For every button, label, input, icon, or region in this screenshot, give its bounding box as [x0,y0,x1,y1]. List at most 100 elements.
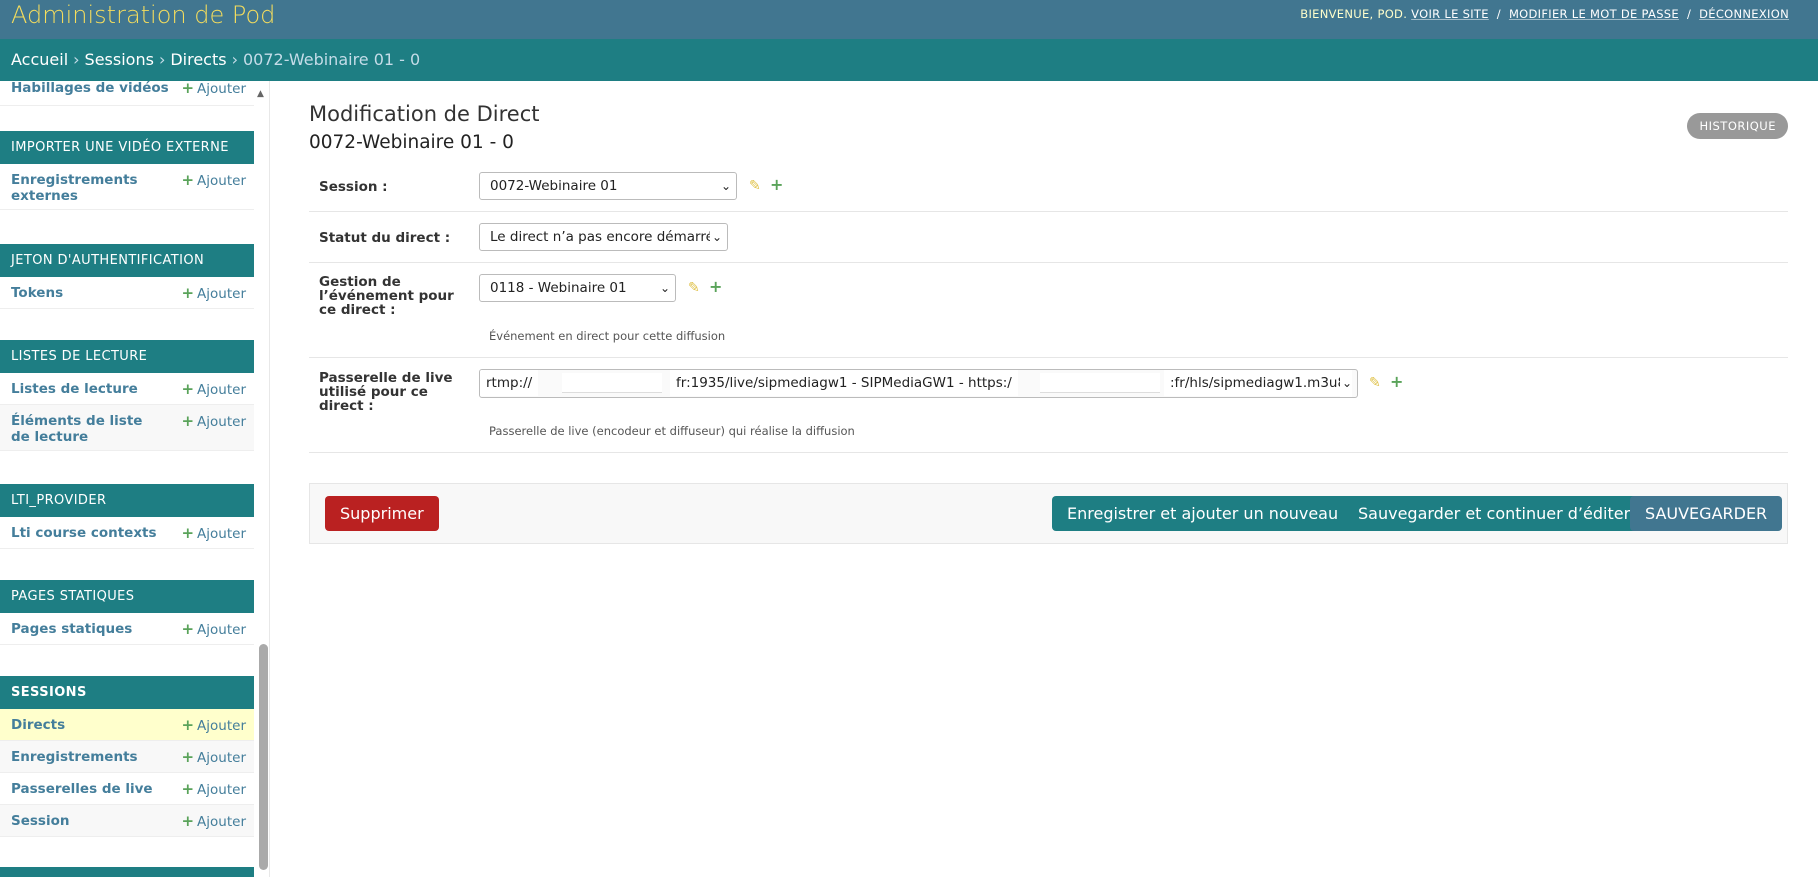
plus-icon: + [181,748,195,766]
scroll-up-icon[interactable]: ▲ [257,89,264,99]
add-link[interactable]: + Ajouter [181,381,246,398]
add-link[interactable]: + Ajouter [181,781,246,798]
delete-button[interactable]: Supprimer [325,496,439,531]
plus-icon: + [181,812,195,830]
sidebar-item-label[interactable]: Tokens [11,285,171,301]
sidebar-item-label[interactable]: Pages statiques [11,621,171,637]
form-row-status: Statut du direct : Le direct n’a pas enc… [309,212,1788,263]
plus-icon: + [181,716,195,734]
plus-icon: + [181,81,195,97]
breadcrumb-arrow: › [158,50,166,69]
sidebar-item-label[interactable]: Enregistrements externes [11,172,151,204]
event-help-text: Événement en direct pour cette diffusion [489,329,726,343]
page-title: Modification de Direct [309,102,540,126]
sidebar-item-label[interactable]: Listes de lecture [11,381,171,397]
plus-icon[interactable]: + [770,175,783,194]
add-link[interactable]: + Ajouter [181,525,246,542]
sidebar-item-static-pages: Pages statiques + Ajouter [0,613,254,645]
form-row-event: Gestion de l’événement pour ce direct : … [309,263,1788,358]
sidebar-item-label[interactable]: Habillages de vidéos [11,81,171,96]
gateway-redacted [562,373,662,393]
welcome-text: BIENVENUE, POD. [1300,7,1408,21]
header: Administration de Pod BIENVENUE, POD. VO… [0,0,1818,39]
plus-icon: + [181,412,195,430]
save-button[interactable]: SAUVEGARDER [1630,496,1783,531]
view-site-link[interactable]: VOIR LE SITE [1411,7,1489,21]
add-link[interactable]: + Ajouter [181,413,246,430]
gateway-value-part: :fr/hls/sipmediagw1.m3u8 [1164,370,1353,396]
separator: / [1496,7,1501,21]
event-select[interactable]: 0118 - Webinaire 01 ⌄ [479,274,676,302]
plus-icon: + [181,780,195,798]
plus-icon: + [181,620,195,638]
change-password-link[interactable]: MODIFIER LE MOT DE PASSE [1509,7,1679,21]
sidebar-item-label[interactable]: Lti course contexts [11,525,171,541]
sidebar-item-habillages: Habillages de vidéos + Ajouter [0,81,254,106]
module-caption-lti[interactable]: LTI_PROVIDER [0,484,254,517]
pencil-icon[interactable]: ✎ [749,178,761,194]
event-label: Gestion de l’événement pour ce direct : [319,274,454,318]
sidebar-item-label[interactable]: Enregistrements [11,749,171,765]
sidebar-item-label[interactable]: Session [11,813,171,829]
sidebar-item-label[interactable]: Éléments de liste de lecture [11,413,161,445]
history-button[interactable]: HISTORIQUE [1687,113,1788,139]
sidebar-scrollbar[interactable]: ▲ [257,81,269,877]
module-caption-token[interactable]: JETON D'AUTHENTIFICATION [0,244,254,277]
plus-icon: + [181,171,195,189]
module-caption-next [0,867,254,877]
breadcrumb-sessions[interactable]: Sessions [85,50,154,69]
breadcrumb-directs[interactable]: Directs [170,50,226,69]
status-label: Statut du direct : [319,230,451,246]
add-link[interactable]: + Ajouter [181,621,246,638]
chevron-down-icon: ⌄ [657,275,670,301]
plus-icon: + [181,284,195,302]
sidebar-item-external-recordings: Enregistrements externes + Ajouter [0,164,254,210]
scrollbar-thumb[interactable] [259,644,268,870]
gateway-help-text: Passerelle de live (encodeur et diffuseu… [489,424,855,438]
add-link[interactable]: + Ajouter [181,285,246,302]
gateway-select[interactable]: rtmp:// fr:1935/live/sipmediagw1 - SIPMe… [479,369,1358,398]
breadcrumb-home[interactable]: Accueil [11,50,68,69]
add-link[interactable]: + Ajouter [181,749,246,766]
pencil-icon[interactable]: ✎ [1369,375,1381,391]
save-and-continue-button[interactable]: Sauvegarder et continuer d’éditer [1343,496,1646,531]
add-link[interactable]: + Ajouter [181,172,246,189]
sidebar-item-playlist-elements: Éléments de liste de lecture + Ajouter [0,405,254,451]
status-select[interactable]: Le direct n’a pas encore démarré ⌄ [479,223,728,251]
module-caption-sessions[interactable]: SESSIONS [0,676,254,709]
sidebar-item-recordings: Enregistrements + Ajouter [0,741,254,773]
plus-icon: + [181,524,195,542]
plus-icon[interactable]: + [1390,372,1403,391]
add-link[interactable]: + Ajouter [181,813,246,830]
save-and-add-button[interactable]: Enregistrer et ajouter un nouveau [1052,496,1354,531]
breadcrumb-arrow: › [231,50,238,69]
module-caption-import[interactable]: IMPORTER UNE VIDÉO EXTERNE [0,131,254,164]
logout-link[interactable]: DÉCONNEXION [1699,7,1789,21]
site-title[interactable]: Administration de Pod [11,0,275,30]
submit-row: Supprimer Enregistrer et ajouter un nouv… [309,483,1788,544]
sidebar-item-session: Session + Ajouter [0,805,254,837]
gateway-value-part: rtmp:// [480,370,539,396]
session-select[interactable]: 0072-Webinaire 01 ⌄ [479,172,737,200]
gateway-redacted [1040,373,1160,393]
sidebar-item-label[interactable]: Passerelles de live [11,781,171,797]
sidebar-item-live-gateways: Passerelles de live + Ajouter [0,773,254,805]
add-link[interactable]: + Ajouter [181,717,246,734]
plus-icon: + [181,380,195,398]
gateway-label: Passerelle de live utilisé pour ce direc… [319,370,453,414]
sidebar-item-lti: Lti course contexts + Ajouter [0,517,254,549]
page-subtitle: 0072-Webinaire 01 - 0 [309,132,514,153]
module-caption-playlists[interactable]: LISTES DE LECTURE [0,340,254,373]
chevron-down-icon: ⌄ [718,173,731,199]
plus-icon[interactable]: + [709,277,722,296]
sidebar-item-label[interactable]: Directs [11,717,171,733]
module-caption-static-pages[interactable]: PAGES STATIQUES [0,580,254,613]
breadcrumb: Accueil › Sessions › Directs › 0072-Webinaire … [0,39,1818,81]
sidebar-item-playlists: Listes de lecture + Ajouter [0,373,254,405]
add-link[interactable]: + Ajouter [181,81,246,97]
session-label: Session : [319,179,388,195]
separator: / [1686,7,1692,21]
pencil-icon[interactable]: ✎ [688,280,700,296]
form-row-session: Session : 0072-Webinaire 01 ⌄ ✎ + [309,161,1788,212]
user-tools: BIENVENUE, POD. VOIR LE SITE / MODIFIER … [1300,7,1789,21]
